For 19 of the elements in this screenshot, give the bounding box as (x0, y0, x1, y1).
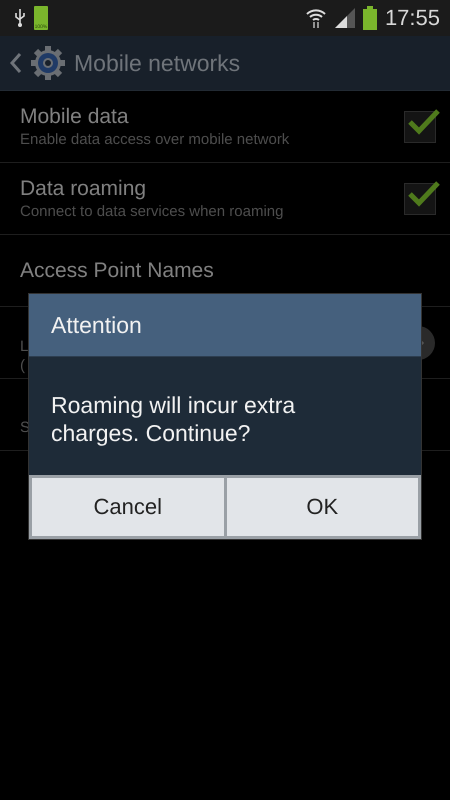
setting-title: Mobile data (20, 104, 130, 130)
battery-icon (362, 6, 377, 30)
screen-title: Mobile networks (74, 50, 240, 76)
setting-title: Data roaming (20, 176, 148, 202)
dialog-button[interactable]: OK (226, 478, 418, 536)
gear-icon (30, 45, 66, 81)
wifi-icon (304, 7, 327, 29)
dialog-message: Roaming will incur extra charges. Continue? (50, 391, 296, 448)
setting-summary: L (20, 336, 30, 356)
back-icon[interactable] (10, 52, 22, 74)
setting-summary: ( (20, 356, 26, 374)
clock: 17:55 (384, 5, 440, 31)
signal-icon (334, 8, 355, 28)
dialog-title: Attention (29, 294, 421, 357)
setting-summary: Enable data access over mobile network (20, 130, 290, 149)
setting-title: Access Point Names (20, 258, 215, 284)
setting-summary: Connect to data services when roaming (20, 202, 284, 221)
usb-icon (14, 8, 26, 28)
dialog-button[interactable]: Cancel (32, 478, 224, 536)
